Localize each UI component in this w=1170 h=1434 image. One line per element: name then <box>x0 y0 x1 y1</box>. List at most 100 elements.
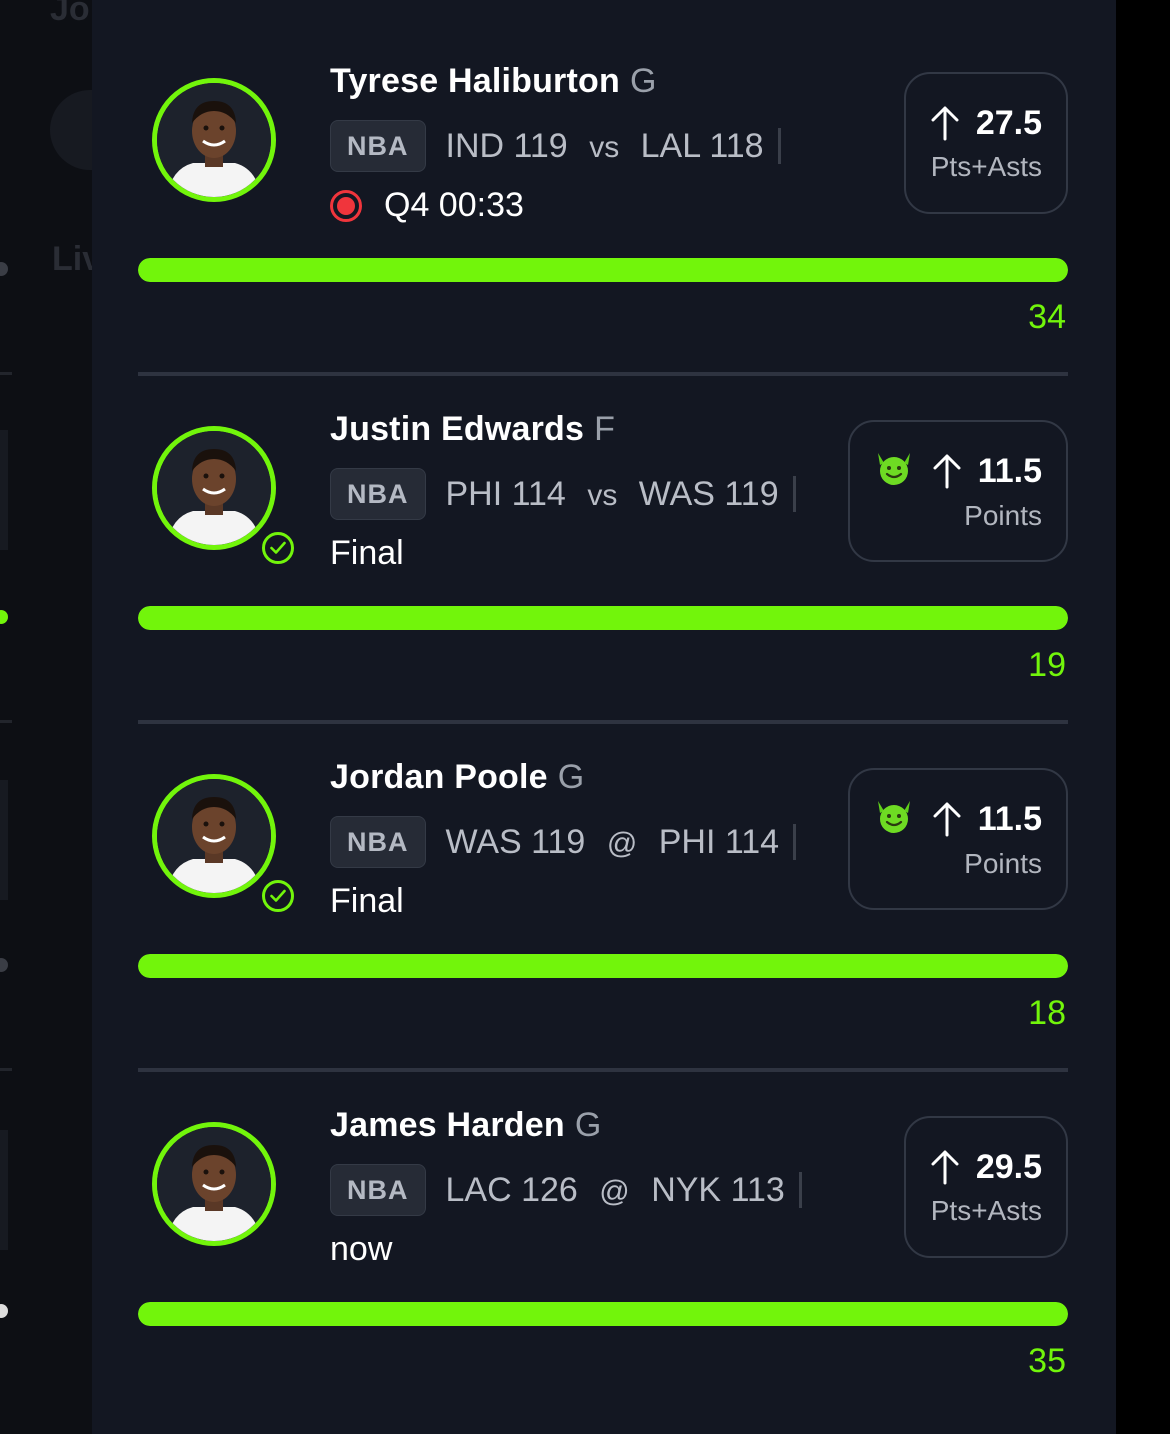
player-avatar-wrap <box>152 1122 282 1252</box>
pick-line-row: 11.5 <box>874 451 1042 492</box>
actual-stat-value: 19 <box>1028 646 1066 684</box>
matchup-separator: vs <box>589 130 620 164</box>
player-name: Tyrese Haliburton <box>330 62 620 100</box>
team1: PHI <box>445 474 503 513</box>
pick-card[interactable]: Tyrese Haliburton G NBA IND 119 vs LAL 11… <box>138 0 1068 376</box>
live-indicator-icon <box>330 189 362 222</box>
screen-edge <box>1116 0 1170 1434</box>
progress-fill <box>138 1302 1068 1326</box>
score2: 118 <box>709 126 764 165</box>
matchup: LAC 126 @ NYK 113 <box>446 1171 785 1210</box>
game-status-row: Final <box>330 534 404 573</box>
player-avatar-wrap <box>152 774 294 912</box>
player-name-row: Tyrese Haliburton G <box>330 62 657 101</box>
picks-sheet: Tyrese Haliburton G NBA IND 119 vs LAL 11… <box>92 0 1116 1434</box>
pick-card[interactable]: Justin Edwards F NBA PHI 114 vs WAS 119 F… <box>138 348 1068 724</box>
pick-line-row: 11.5 <box>874 799 1042 840</box>
league-badge: NBA <box>330 120 426 172</box>
background-dot <box>0 610 8 624</box>
score2: 113 <box>730 1170 785 1209</box>
actual-stat-value: 18 <box>1028 994 1066 1032</box>
game-status: Q4 00:33 <box>384 186 524 224</box>
player-position: G <box>629 62 657 100</box>
progress-bar <box>138 606 1068 630</box>
score2: 119 <box>724 474 779 513</box>
pick-line-row: 27.5 <box>930 104 1042 143</box>
player-name-row: Justin Edwards F <box>330 410 615 449</box>
score1: 119 <box>513 126 568 165</box>
game-status: Final <box>330 882 404 920</box>
stat-type: Points <box>964 499 1042 531</box>
devil-emoji-icon <box>874 799 914 840</box>
pick-line-row: 29.5 <box>930 1148 1042 1187</box>
team2: WAS <box>638 474 715 513</box>
player-position: G <box>574 1106 602 1144</box>
stat-type: Points <box>964 847 1042 879</box>
background-element <box>0 780 8 900</box>
league-badge: NBA <box>330 468 426 520</box>
player-headshot-icon <box>157 1127 271 1241</box>
actual-stat-value: 34 <box>1028 298 1066 336</box>
game-status-row: Final <box>330 882 404 921</box>
pick-line-box[interactable]: 11.5 Points <box>847 420 1068 562</box>
game-info: NBA LAC 126 @ NYK 113 <box>330 1164 802 1216</box>
player-avatar <box>152 774 276 898</box>
player-position: F <box>594 410 616 448</box>
score1: 126 <box>521 1170 578 1209</box>
pick-line-box[interactable]: 29.5 Pts+Asts <box>903 1116 1068 1258</box>
background-dot <box>0 1304 8 1318</box>
stat-type: Pts+Asts <box>930 1194 1042 1226</box>
arrow-up-icon <box>932 453 962 489</box>
pick-card[interactable]: Jordan Poole G NBA WAS 119 @ PHI 114 Fina… <box>138 696 1068 1072</box>
progress-bar <box>138 258 1068 282</box>
team2: PHI <box>658 822 716 861</box>
player-headshot-icon <box>157 431 271 545</box>
matchup-separator: vs <box>587 478 618 512</box>
player-avatar-wrap <box>152 78 282 208</box>
stat-type: Pts+Asts <box>930 150 1042 182</box>
matchup-separator: @ <box>599 1174 630 1208</box>
check-circle-icon <box>262 532 294 564</box>
league-badge: NBA <box>330 816 426 868</box>
player-avatar <box>152 426 276 550</box>
player-name: James Harden <box>330 1106 565 1144</box>
progress-fill <box>138 954 1068 978</box>
line-value: 11.5 <box>977 799 1042 838</box>
background-dot <box>0 958 8 972</box>
arrow-up-icon <box>930 1149 960 1185</box>
pick-card[interactable]: James HardenG NBA LAC 126 @ NYK 113 now <box>138 1044 1068 1392</box>
arrow-up-icon <box>930 105 960 141</box>
devil-emoji-icon <box>874 451 914 492</box>
background-app-text: Liv <box>52 240 92 278</box>
game-status: now <box>330 1230 393 1268</box>
score2: 114 <box>724 822 780 861</box>
progress-bar <box>138 1302 1068 1326</box>
matchup: PHI 114 vs WAS 119 <box>446 475 779 514</box>
matchup-separator: @ <box>606 826 638 860</box>
player-avatar <box>152 1122 276 1246</box>
score1: 119 <box>531 822 586 861</box>
background-divider <box>0 372 12 375</box>
actual-stat-value: 35 <box>1028 1342 1066 1380</box>
pick-line-box[interactable]: 27.5 Pts+Asts <box>903 72 1068 214</box>
player-avatar <box>152 78 276 202</box>
player-position: G <box>557 758 585 796</box>
background-divider <box>0 720 12 723</box>
league-badge: NBA <box>330 1164 426 1216</box>
pick-line-box[interactable]: 11.5 Points <box>847 768 1068 910</box>
line-value: 27.5 <box>975 103 1042 142</box>
player-avatar-wrap <box>152 426 294 564</box>
background-element <box>0 1130 8 1250</box>
divider-pipe <box>777 128 781 164</box>
matchup: IND 119 vs LAL 118 <box>446 127 764 166</box>
game-status: Final <box>330 534 404 572</box>
line-value: 29.5 <box>975 1147 1042 1186</box>
background-element <box>0 430 8 550</box>
team1: IND <box>445 126 505 165</box>
divider-pipe <box>792 476 796 512</box>
background-dot <box>0 262 8 276</box>
player-name-row: Jordan Poole G <box>330 758 584 797</box>
score1: 114 <box>511 474 566 513</box>
player-headshot-icon <box>157 83 271 197</box>
divider-pipe <box>798 1172 802 1208</box>
